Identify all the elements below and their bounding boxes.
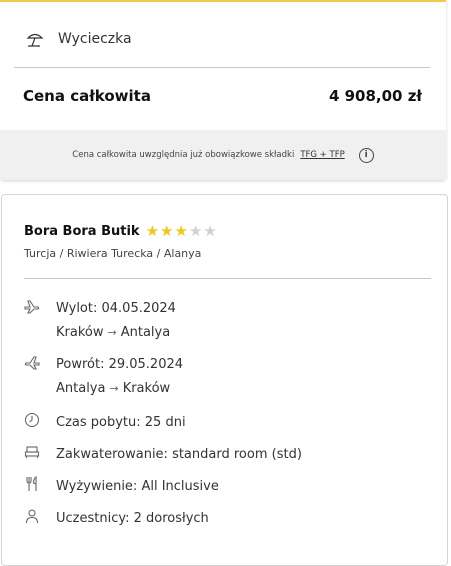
price-summary-card: Wycieczka Cena całkowita 4 908,00 zł Cen… <box>0 0 446 180</box>
star-filled-icon: ★ <box>160 222 174 240</box>
trip-row: Wycieczka <box>26 28 132 50</box>
star-empty-icon: ★ <box>203 222 217 240</box>
return-row: Powrót: 29.05.2024 Antalya → Kraków <box>24 353 183 401</box>
star-empty-icon: ★ <box>188 222 203 240</box>
star-filled-icon: ★ <box>145 222 160 240</box>
departure-route: Kraków → Antalya <box>56 321 176 345</box>
participants-row: Uczestnicy: 2 dorosłych <box>24 507 209 531</box>
price-note: Cena całkowita uwzględnia już obowiązkow… <box>0 130 446 180</box>
beach-umbrella-icon <box>26 33 44 47</box>
participants: Uczestnicy: 2 dorosłych <box>56 511 209 526</box>
hotel-header: Bora Bora Butik ★ ★ ★ ★ ★ <box>24 224 218 240</box>
divider <box>24 278 431 279</box>
clock-icon <box>24 412 40 428</box>
accommodation-row: Zakwaterowanie: standard room (std) <box>24 443 302 467</box>
route-arrow-icon: → <box>107 326 117 339</box>
total-price-value: 4 908,00 zł <box>328 87 422 105</box>
stay-duration: Czas pobytu: 25 dni <box>56 415 186 430</box>
return-from: Antalya <box>56 381 106 396</box>
stay-row: Czas pobytu: 25 dni <box>24 411 186 435</box>
cutlery-icon <box>26 476 37 491</box>
bed-icon <box>24 446 40 458</box>
departure-to: Antalya <box>120 325 171 340</box>
person-icon <box>25 509 39 524</box>
price-note-text: Cena całkowita uwzględnia już obowiązkow… <box>72 150 295 160</box>
hotel-rating-stars: ★ ★ ★ ★ ★ <box>146 224 218 239</box>
board-type: Wyżywienie: All Inclusive <box>56 479 219 494</box>
return-route: Antalya → Kraków <box>56 377 183 401</box>
total-price-label: Cena całkowita <box>23 87 151 105</box>
accommodation: Zakwaterowanie: standard room (std) <box>56 447 302 462</box>
offer-details-card: Bora Bora Butik ★ ★ ★ ★ ★ Turcja / Riwiera T… <box>1 194 448 566</box>
hotel-location: Turcja / Riwiera Turecka / Alanya <box>24 247 202 260</box>
board-row: Wyżywienie: All Inclusive <box>24 475 219 499</box>
star-filled-icon: ★ <box>174 222 188 240</box>
return-date: Powrót: 29.05.2024 <box>56 357 184 372</box>
info-icon[interactable]: i <box>358 147 374 163</box>
return-to: Kraków <box>122 381 171 396</box>
trip-label: Wycieczka <box>58 31 132 47</box>
departure-from: Kraków <box>56 325 104 340</box>
departure-date: Wylot: 04.05.2024 <box>56 301 176 316</box>
route-arrow-icon: → <box>109 382 119 395</box>
plane-departure-icon <box>24 300 40 314</box>
plane-return-icon <box>24 356 40 370</box>
departure-row: Wylot: 04.05.2024 Kraków → Antalya <box>24 297 176 345</box>
tfg-tfp-link[interactable]: TFG + TFP <box>300 150 344 160</box>
divider <box>14 67 430 68</box>
hotel-name[interactable]: Bora Bora Butik <box>24 224 140 239</box>
